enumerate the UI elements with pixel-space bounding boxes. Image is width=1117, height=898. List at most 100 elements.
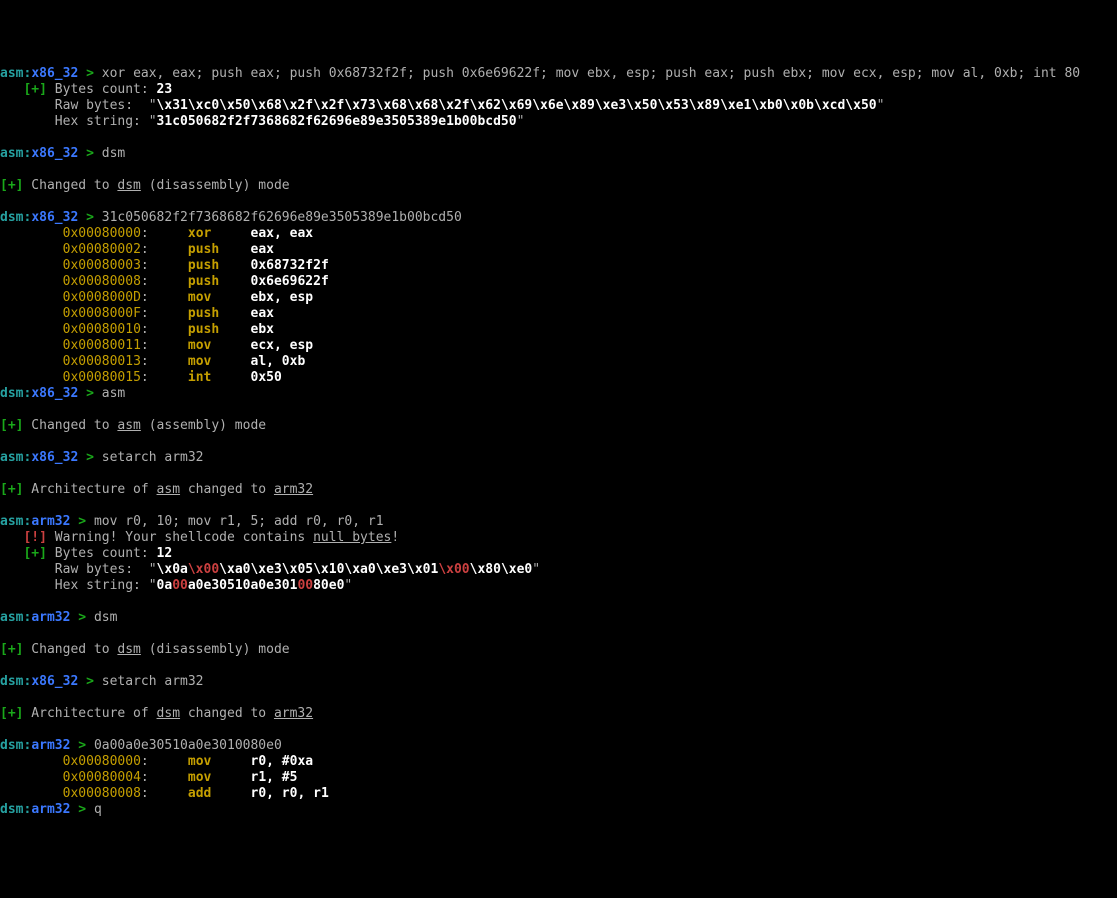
dis-colon: : [141,274,188,289]
dis-operands: r0, r0, r1 [251,786,329,801]
prompt-command[interactable]: mov r0, 10; mov r1, 5; add r0, r0, r1 [94,514,384,529]
terminal-output[interactable]: asm: x86_32 > xor eax, eax; push eax; pus… [0,66,1117,818]
terminal-line [0,130,1117,146]
prompt-mode: dsm [0,674,23,689]
prompt-mode: dsm [0,802,23,817]
info-text: (disassembly) mode [141,178,290,193]
dis-operands: eax [251,306,274,321]
indent [0,754,63,769]
terminal-line: Raw bytes: "\x0a\x00\xa0\xe3\x05\x10\xa0… [0,562,1117,578]
prompt-mode: asm [0,66,23,81]
info-underline: arm32 [274,706,313,721]
prompt-mode: asm [0,514,23,529]
indent [0,290,63,305]
prompt-mode: dsm [0,738,23,753]
terminal-line: asm:x86_32 > setarch arm32 [0,450,1117,466]
segment: \xa0\xe3\x05\x10\xa0\xe3\x01 [219,562,438,577]
prompt-command[interactable]: dsm [102,146,125,161]
prompt-command[interactable]: setarch arm32 [102,674,204,689]
dis-mnemonic: mov [188,754,251,769]
dis-mnemonic: push [188,242,251,257]
dis-colon: : [141,322,188,337]
prompt-command[interactable]: 0a00a0e30510a0e3010080e0 [94,738,282,753]
terminal-line [0,466,1117,482]
segment: \x00 [438,562,469,577]
indent [0,226,63,241]
dis-address: 0x00080003 [63,258,141,273]
terminal-line: [+] Changed to dsm (disassembly) mode [0,178,1117,194]
terminal-line: [+] Changed to dsm (disassembly) mode [0,642,1117,658]
prompt-arrow: > [70,610,93,625]
prompt-command[interactable]: xor eax, eax; push eax; push 0x68732f2f;… [102,66,1080,81]
info-text: Architecture of [23,706,156,721]
segment: Hex string: " [0,578,157,593]
dis-colon: : [141,786,188,801]
terminal-line [0,194,1117,210]
dis-address: 0x00080008 [63,274,141,289]
dis-address: 0x00080010 [63,322,141,337]
terminal-line [0,690,1117,706]
info-text: Changed to [23,642,117,657]
terminal-line: 0x00080008: add r0, r0, r1 [0,786,1117,802]
terminal-line [0,722,1117,738]
prompt-command[interactable]: 31c050682f2f7368682f62696e89e3505389e1b0… [102,210,462,225]
terminal-line [0,402,1117,418]
dis-mnemonic: mov [188,354,251,369]
prompt-command[interactable]: setarch arm32 [102,450,204,465]
segment: \x0a [157,562,188,577]
dis-operands: eax, eax [251,226,314,241]
info-tag: [+] [0,642,23,657]
segment: Raw bytes: " [0,562,157,577]
terminal-line: [+] Architecture of asm changed to arm32 [0,482,1117,498]
prompt-arch: x86_32 [31,450,78,465]
dis-mnemonic: mov [188,770,251,785]
dis-colon: : [141,242,188,257]
indent [0,242,63,257]
info-tag: [+] [0,706,23,721]
dis-operands: ecx, esp [251,338,314,353]
dis-colon: : [141,754,188,769]
raw-label: Raw bytes: " [0,98,157,113]
dis-operands: r0, #0xa [251,754,314,769]
prompt-command[interactable]: dsm [94,610,117,625]
terminal-line [0,434,1117,450]
dis-colon: : [141,306,188,321]
prompt-arch: x86_32 [31,146,78,161]
terminal-line: dsm:x86_32 > setarch arm32 [0,674,1117,690]
info-value: 23 [157,82,173,97]
info-underline: null bytes [313,530,391,545]
indent [0,306,63,321]
segment: \x00 [188,562,219,577]
dis-operands: ebx [251,322,274,337]
prompt-arch: arm32 [31,514,70,529]
prompt-command[interactable]: asm [102,386,125,401]
segment: 80e0 [313,578,344,593]
info-text: Changed to [23,178,117,193]
prompt-arch: x86_32 [31,674,78,689]
dis-address: 0x00080004 [63,770,141,785]
prompt-arch: x86_32 [31,210,78,225]
terminal-line: dsm:arm32 > 0a00a0e30510a0e3010080e0 [0,738,1117,754]
segment: a0e30510a0e301 [188,578,298,593]
prompt-mode: asm [0,610,23,625]
prompt-sep: : [23,802,31,817]
terminal-line: [+] Bytes count: 12 [0,546,1117,562]
prompt-arrow: > [78,386,101,401]
prompt-arrow: > [78,210,101,225]
dis-operands: eax [251,242,274,257]
dis-colon: : [141,338,188,353]
info-underline: arm32 [274,482,313,497]
terminal-line: 0x00080003: push 0x68732f2f [0,258,1117,274]
segment: 00 [172,578,188,593]
terminal-line: 0x00080002: push eax [0,242,1117,258]
prompt-command[interactable]: q [94,802,102,817]
terminal-line [0,658,1117,674]
terminal-line: Hex string: "0a00a0e30510a0e3010080e0" [0,578,1117,594]
terminal-line: 0x00080013: mov al, 0xb [0,354,1117,370]
terminal-line: [+] Bytes count: 23 [0,82,1117,98]
dis-colon: : [141,258,188,273]
indent [0,338,63,353]
dis-address: 0x00080008 [63,786,141,801]
prompt-arrow: > [70,802,93,817]
info-text: changed to [180,706,274,721]
